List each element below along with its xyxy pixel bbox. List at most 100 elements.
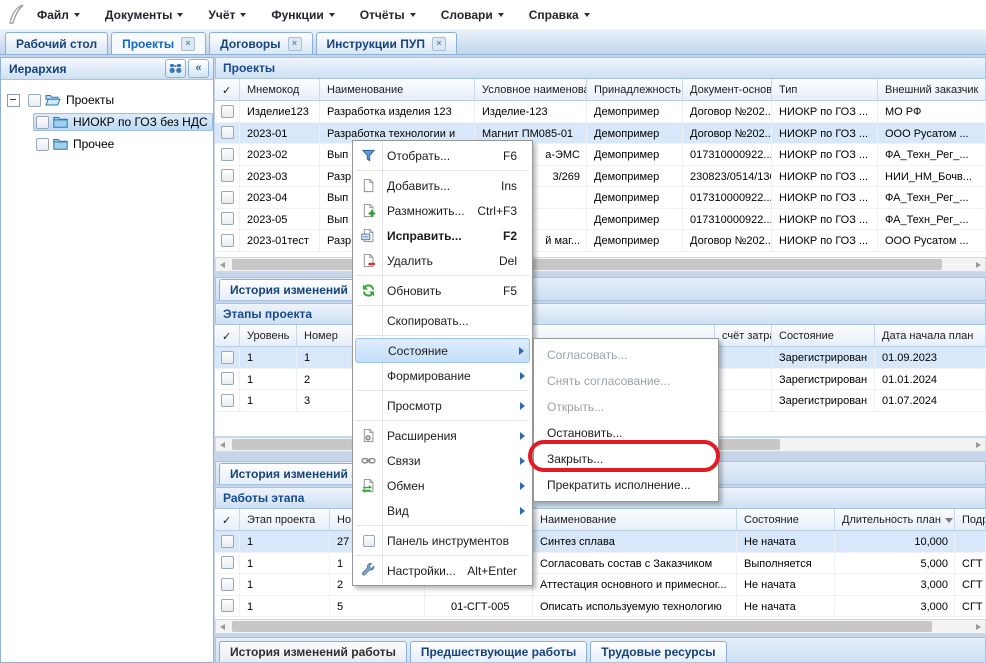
row-checkbox[interactable] — [221, 351, 234, 364]
context-menu-item[interactable]: Отобрать...F6 — [355, 143, 530, 168]
row-checkbox[interactable] — [221, 556, 234, 569]
table-row[interactable]: Изделие123Разработка изделия 123Изделие-… — [215, 101, 986, 123]
tab-instructions[interactable]: Инструкции ПУП× — [316, 32, 457, 54]
row-checkbox[interactable] — [221, 394, 234, 407]
projects-column-header[interactable]: Документ-основан — [683, 79, 772, 100]
menu-help[interactable]: Справка — [524, 5, 595, 25]
close-icon[interactable]: × — [288, 37, 302, 51]
stages-column-header[interactable]: Уровень — [240, 325, 297, 346]
projects-column-header[interactable]: Тип — [772, 79, 878, 100]
works-check-column-header[interactable]: ✓ — [215, 509, 240, 530]
tab-projects[interactable]: Проекты× — [111, 32, 206, 54]
scrollbar-thumb[interactable] — [232, 259, 942, 270]
stages-column-header[interactable]: Номер — [297, 325, 355, 346]
table-row[interactable]: 2023-02Выпа-ЭМСДемопример017310000922...… — [215, 144, 986, 166]
context-menu-item[interactable]: ОбновитьF5 — [355, 278, 530, 303]
context-menu-item[interactable]: Исправить...F2 — [355, 223, 530, 248]
row-checkbox[interactable] — [221, 578, 234, 591]
row-checkbox[interactable] — [221, 191, 234, 204]
menu-accounting[interactable]: Учёт — [203, 5, 251, 25]
context-menu-item[interactable]: Расширения — [355, 423, 530, 448]
scroll-left-icon[interactable] — [220, 624, 225, 630]
collapse-minus-icon[interactable] — [7, 94, 20, 107]
tree-checkbox[interactable] — [36, 138, 49, 151]
menu-dictionaries[interactable]: Словари — [436, 5, 509, 25]
context-menu-item[interactable]: Формирование — [355, 363, 530, 388]
context-menu-item[interactable]: Панель инструментов — [355, 528, 530, 553]
context-menu-item[interactable]: Настройки...Alt+Enter — [355, 558, 530, 583]
row-checkbox[interactable] — [221, 372, 234, 385]
tab-contracts[interactable]: Договоры× — [209, 32, 312, 54]
submenu-item[interactable]: Прекратить исполнение... — [536, 472, 716, 498]
stages-column-header[interactable]: Дата начала план — [875, 325, 986, 346]
row-checkbox[interactable] — [221, 105, 234, 118]
table-row[interactable]: 1501-СГТ-005Описать используемую техноло… — [215, 596, 986, 618]
context-menu-item[interactable]: Вид — [355, 498, 530, 523]
projects-column-header[interactable]: Условное наименова — [475, 79, 587, 100]
scroll-right-icon[interactable] — [976, 262, 981, 268]
row-checkbox[interactable] — [221, 234, 234, 247]
scroll-right-icon[interactable] — [976, 442, 981, 448]
stages-column-header[interactable]: Состояние — [772, 325, 875, 346]
projects-column-header[interactable]: Мнемокод — [240, 79, 320, 100]
tab-stage-history[interactable]: История изменений э — [219, 463, 369, 484]
tree-checkbox[interactable] — [28, 94, 41, 107]
table-row[interactable]: 2023-05ВыпДемопример017310000922...НИОКР… — [215, 209, 986, 231]
projects-check-column-header[interactable]: ✓ — [215, 79, 240, 100]
context-menu-item[interactable]: УдалитьDel — [355, 248, 530, 273]
row-checkbox[interactable] — [221, 169, 234, 182]
context-menu-item[interactable]: Размножить...Ctrl+F3 — [355, 198, 530, 223]
scroll-left-icon[interactable] — [220, 442, 225, 448]
tab-desktop[interactable]: Рабочий стол — [5, 32, 108, 54]
projects-column-header[interactable]: Внешний заказчик — [878, 79, 986, 100]
table-row[interactable]: 2023-03Разр3/269Демопример230823/0514/13… — [215, 166, 986, 188]
works-hscrollbar[interactable] — [215, 619, 986, 634]
row-checkbox[interactable] — [221, 599, 234, 612]
works-column-header[interactable]: Наименование — [533, 509, 737, 530]
row-checkbox[interactable] — [221, 212, 234, 225]
table-row[interactable]: 2023-04ВыпДемопример017310000922...НИОКР… — [215, 187, 986, 209]
row-checkbox[interactable] — [221, 126, 234, 139]
context-menu-item[interactable]: Обмен — [355, 473, 530, 498]
tab-preceding-works[interactable]: Предшествующие работы — [410, 641, 587, 662]
menu-file[interactable]: Файл — [32, 5, 85, 25]
works-column-header[interactable]: Подр — [955, 509, 986, 530]
scroll-right-icon[interactable] — [976, 624, 981, 630]
row-checkbox[interactable] — [221, 148, 234, 161]
tab-work-history[interactable]: История изменений работы — [219, 641, 407, 662]
menu-functions[interactable]: Функции — [266, 5, 339, 25]
search-button[interactable] — [165, 59, 186, 78]
stages-column-header[interactable]: счёт затрат. — [715, 325, 772, 346]
close-icon[interactable]: × — [432, 37, 446, 51]
menu-documents[interactable]: Документы — [100, 5, 188, 25]
tree-checkbox[interactable] — [36, 116, 49, 129]
collapse-panel-button[interactable]: « — [188, 59, 209, 78]
stages-check-column-header[interactable]: ✓ — [215, 325, 240, 346]
context-menu-item[interactable]: Состояние — [355, 338, 530, 363]
tree-item-other[interactable]: Прочее — [33, 133, 213, 155]
context-menu-item[interactable]: Просмотр — [355, 393, 530, 418]
works-column-header[interactable]: Состояние — [737, 509, 835, 530]
context-menu-item[interactable]: Добавить...Ins — [355, 173, 530, 198]
table-row[interactable]: 11Согласовать состав с ЗаказчикомВыполня… — [215, 553, 986, 575]
scroll-left-icon[interactable] — [220, 262, 225, 268]
projects-column-header[interactable]: Принадлежность — [587, 79, 683, 100]
table-row[interactable]: 2023-01Разработка технологии иМагнит ПМ0… — [215, 123, 986, 145]
table-row[interactable]: 2023-01тестРазрй маг...ДемопримерДоговор… — [215, 230, 986, 252]
projects-hscrollbar[interactable] — [215, 257, 986, 272]
row-checkbox[interactable] — [221, 535, 234, 548]
tree-item-root[interactable]: Проекты — [6, 89, 213, 111]
scrollbar-thumb[interactable] — [232, 621, 932, 632]
projects-column-header[interactable]: Наименование — [320, 79, 475, 100]
tab-labor-resources[interactable]: Трудовые ресурсы — [590, 641, 726, 662]
context-menu-item[interactable]: Скопировать... — [355, 308, 530, 333]
tab-project-history[interactable]: История изменений п — [219, 279, 370, 300]
table-row[interactable]: 12Аттестация основного и примесног...Не … — [215, 574, 986, 596]
context-menu-item[interactable]: Связи — [355, 448, 530, 473]
works-column-header[interactable]: Этап проекта — [240, 509, 330, 530]
works-column-header[interactable]: Длительность план — [835, 509, 955, 530]
table-row[interactable]: 127Синтез сплаваНе начата10,000 — [215, 531, 986, 553]
tree-item-niokr[interactable]: НИОКР по ГОЗ без НДС — [33, 111, 213, 133]
menu-reports[interactable]: Отчёты — [355, 5, 421, 25]
close-icon[interactable]: × — [181, 37, 195, 51]
